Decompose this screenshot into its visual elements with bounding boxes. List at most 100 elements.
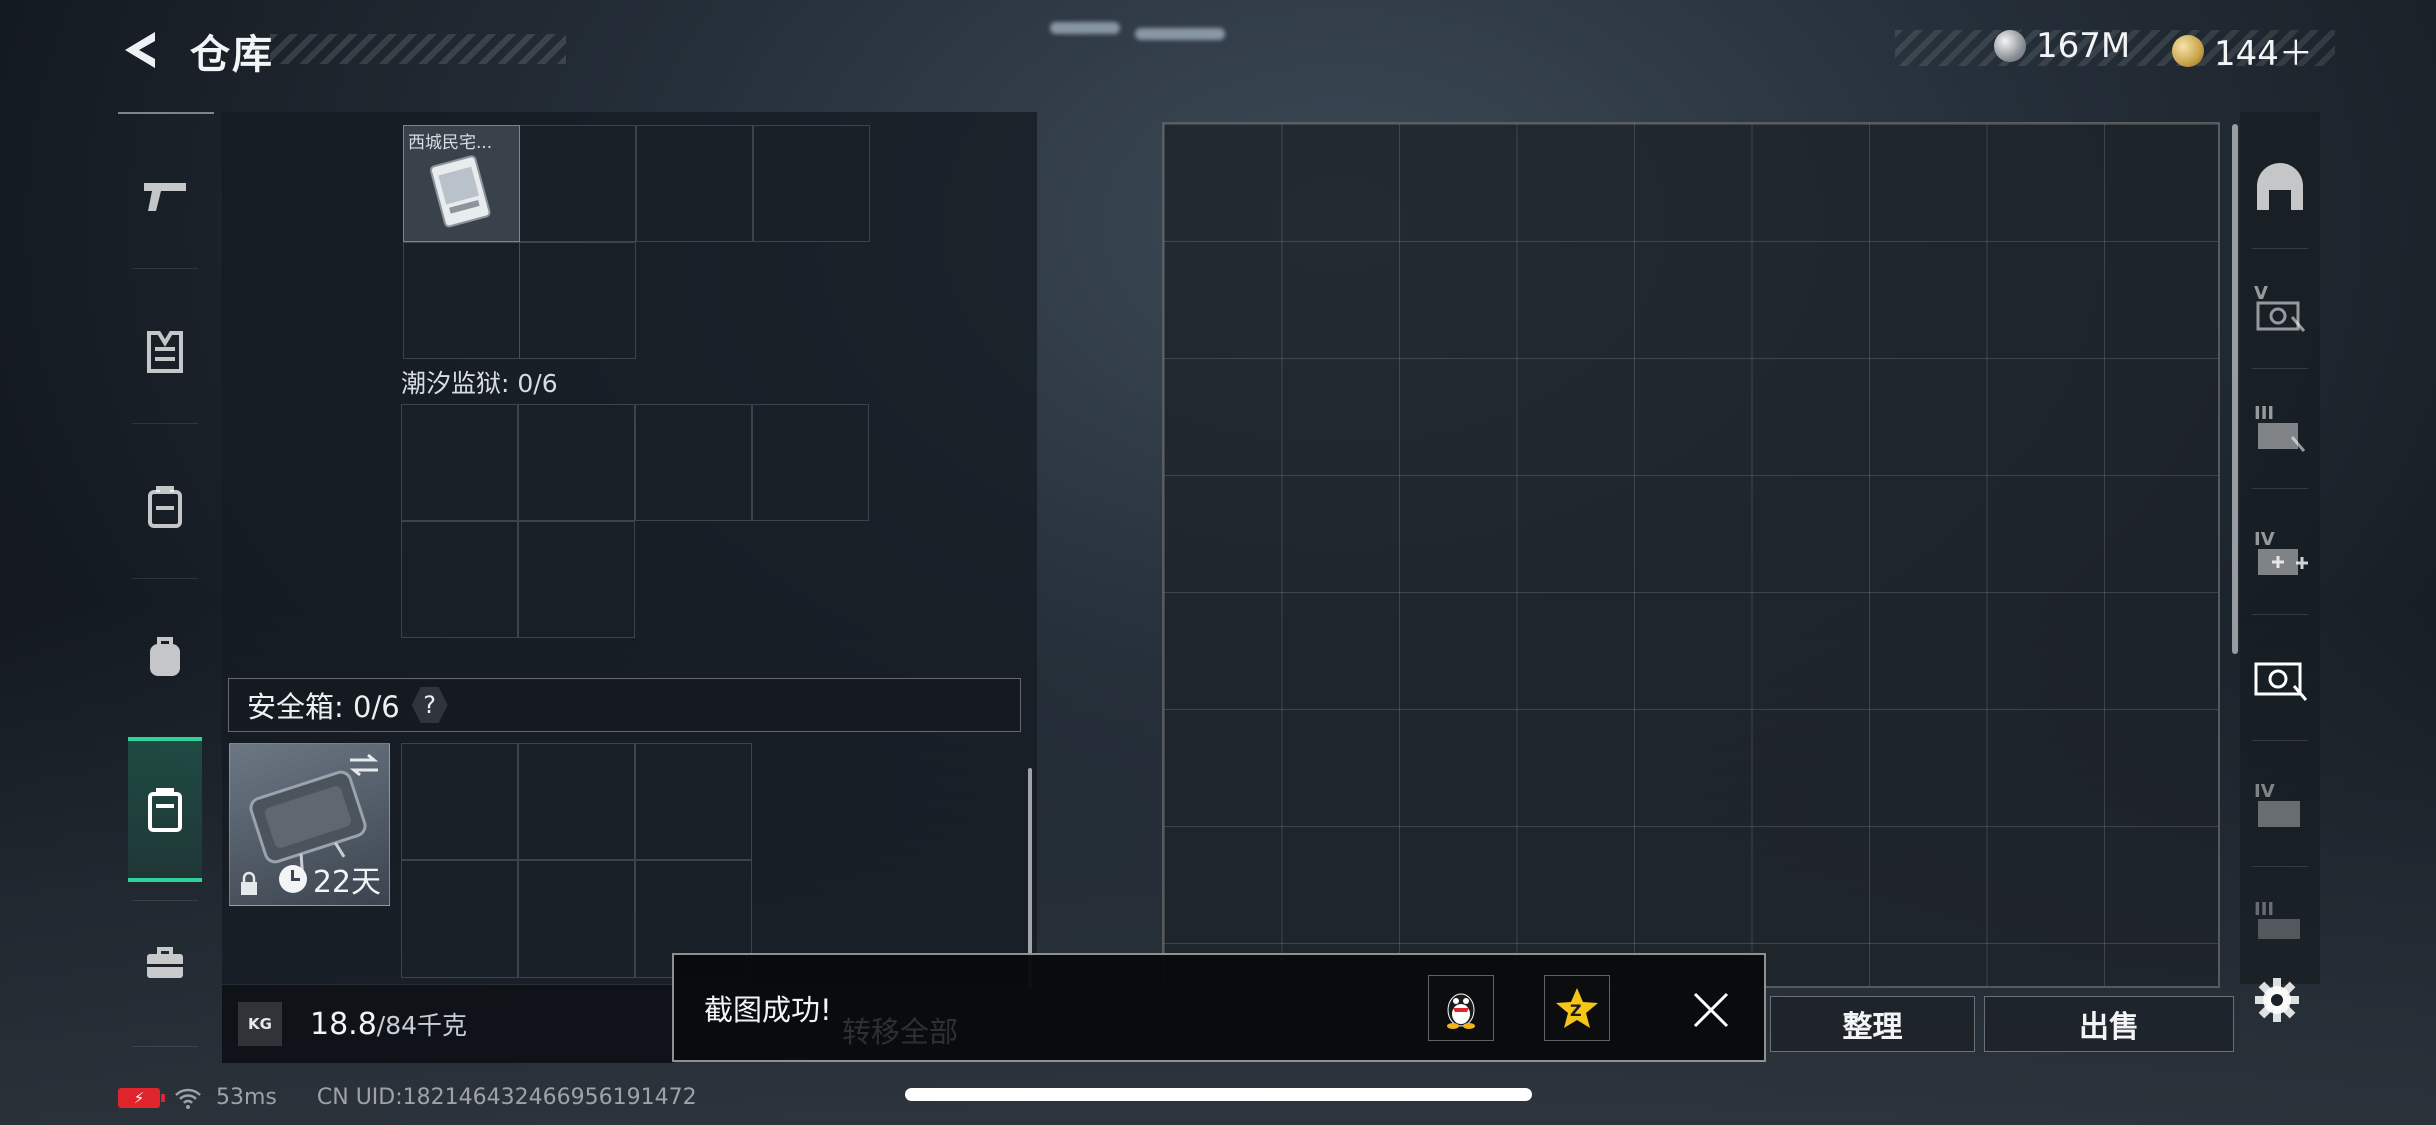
pistol-icon: [144, 183, 186, 211]
silver-coin-icon: [1994, 30, 2026, 62]
weight-max: /84千克: [376, 1011, 468, 1040]
arch-gate-icon: [2257, 163, 2303, 210]
weight-value: 18.8/84千克: [310, 1006, 467, 1042]
grid-cell[interactable]: [518, 404, 635, 521]
gear-icon: [2255, 978, 2299, 1022]
armor-vest-icon: [147, 331, 183, 373]
grid-cell[interactable]: [519, 242, 636, 359]
nav-item-weapons[interactable]: [120, 132, 210, 262]
nav-divider: [118, 112, 214, 114]
nav-item-armor[interactable]: [120, 287, 210, 417]
close-icon: [1693, 992, 1729, 1028]
grid-cell[interactable]: [636, 125, 753, 242]
page-title: 仓库: [190, 32, 274, 78]
close-toast-button[interactable]: [1686, 985, 1736, 1035]
cash-container-icon: [2254, 662, 2308, 701]
help-icon[interactable]: ?: [411, 687, 448, 723]
tab-v-glyph: V: [2254, 283, 2268, 304]
backpack-icon: [150, 637, 180, 676]
tab-divider: [2252, 248, 2308, 249]
tab-container-v[interactable]: V: [2244, 252, 2316, 362]
tab-cash-container[interactable]: [2244, 624, 2316, 734]
grid-cell[interactable]: [752, 404, 869, 521]
back-button[interactable]: [112, 22, 172, 78]
sort-button[interactable]: 整理: [1770, 996, 1975, 1052]
nav-item-briefcase[interactable]: [120, 898, 210, 1028]
weight-current: 18.8: [310, 1007, 377, 1042]
grid-cell[interactable]: [401, 860, 518, 978]
nav-item-backpack[interactable]: [120, 592, 210, 722]
nav-item-safe-box[interactable]: [128, 737, 202, 882]
grid-cell[interactable]: [518, 521, 635, 638]
weight-icon: KG: [238, 1002, 282, 1046]
grid-cell[interactable]: [403, 242, 520, 359]
tab-iii-b-glyph: III: [2254, 899, 2274, 920]
settings-button[interactable]: [2252, 975, 2302, 1025]
safe-box-item[interactable]: 22天: [229, 743, 390, 906]
tab-divider: [2252, 368, 2308, 369]
grid-cell[interactable]: [635, 743, 752, 860]
silver-currency: 167M: [1994, 26, 2130, 66]
container-iii-b-icon: III: [2254, 899, 2300, 939]
container-v-icon: V: [2254, 283, 2306, 332]
grid-cell[interactable]: [401, 521, 518, 638]
wifi-icon: [175, 1088, 201, 1109]
ping-value: 53ms: [216, 1085, 277, 1110]
clock-icon: [278, 865, 307, 893]
tab-arch-gate[interactable]: [2244, 132, 2316, 242]
gold-currency[interactable]: 144＋: [2172, 26, 2313, 75]
tab-container-iii[interactable]: III: [2244, 372, 2316, 482]
silver-amount: 167M: [2036, 26, 2131, 66]
container-iv-icon: IV: [2254, 781, 2300, 827]
share-qq-button[interactable]: [1428, 975, 1494, 1041]
gold-amount: 144＋: [2214, 34, 2313, 74]
warehouse-storage-grid[interactable]: [1162, 122, 2220, 988]
qq-penguin-icon: [1447, 993, 1475, 1029]
hard-case-icon: [249, 770, 367, 871]
container-iii-icon: III: [2254, 403, 2306, 452]
status-bar: ⚡ 53ms CN UID:18214643246695619147​2: [118, 1085, 697, 1110]
gold-coin-icon: [2172, 34, 2204, 67]
briefcase-icon: [147, 947, 183, 978]
nav-divider: [132, 268, 198, 269]
ceiling-light: [1050, 22, 1120, 34]
qzone-star-icon: Z: [1556, 988, 1598, 1028]
nav-item-chest-rig[interactable]: [120, 442, 210, 572]
grid-cell[interactable]: [753, 125, 870, 242]
grid-cell[interactable]: [401, 743, 518, 860]
share-qzone-button[interactable]: Z: [1544, 975, 1610, 1041]
chest-rig-icon: [148, 486, 182, 528]
keycard-item-icon: [429, 155, 491, 228]
grid-cell[interactable]: [401, 404, 518, 521]
sell-button[interactable]: 出售: [1984, 996, 2234, 1052]
storage-scrollbar[interactable]: [2232, 124, 2238, 654]
tab-container-iv[interactable]: IV: [2244, 750, 2316, 860]
grid-cell[interactable]: [518, 860, 635, 978]
back-arrow-icon: [125, 32, 155, 68]
weight-indicator: KG 18.8/84千克: [222, 985, 674, 1063]
safe-box-icon: [148, 787, 182, 832]
tab-iv-glyph: IV: [2254, 529, 2275, 550]
home-indicator[interactable]: [905, 1088, 1532, 1101]
grid-cell[interactable]: [519, 125, 636, 242]
nav-divider: [132, 1046, 198, 1047]
toast-message: 截图成功!: [704, 993, 832, 1027]
tab-medical-iv[interactable]: IV: [2244, 498, 2316, 608]
tab-iv-b-glyph: IV: [2254, 781, 2275, 802]
tab-divider: [2252, 488, 2308, 489]
rental-days-value: 22天: [312, 865, 381, 900]
tab-divider: [2252, 866, 2308, 867]
grid-cell[interactable]: [635, 404, 752, 521]
tab-container-iii-b[interactable]: III: [2244, 874, 2316, 964]
weight-badge-text: KG: [248, 1015, 272, 1033]
transfer-all-button-behind: 转移全部: [842, 1015, 959, 1049]
item-slot-residence-key[interactable]: 西城民宅...: [403, 125, 520, 242]
screenshot-toast: 截图成功! 转移全部 Z: [672, 953, 1766, 1062]
tab-iii-glyph: III: [2254, 403, 2274, 424]
rental-days: 22天: [278, 857, 381, 901]
safe-box-header: 安全箱: 0/6 ?: [228, 678, 1021, 732]
safe-box-label: 安全箱: 0/6: [247, 690, 400, 724]
grid-cell[interactable]: [518, 743, 635, 860]
battery-low-icon: ⚡: [118, 1087, 165, 1108]
nav-divider: [132, 578, 198, 579]
